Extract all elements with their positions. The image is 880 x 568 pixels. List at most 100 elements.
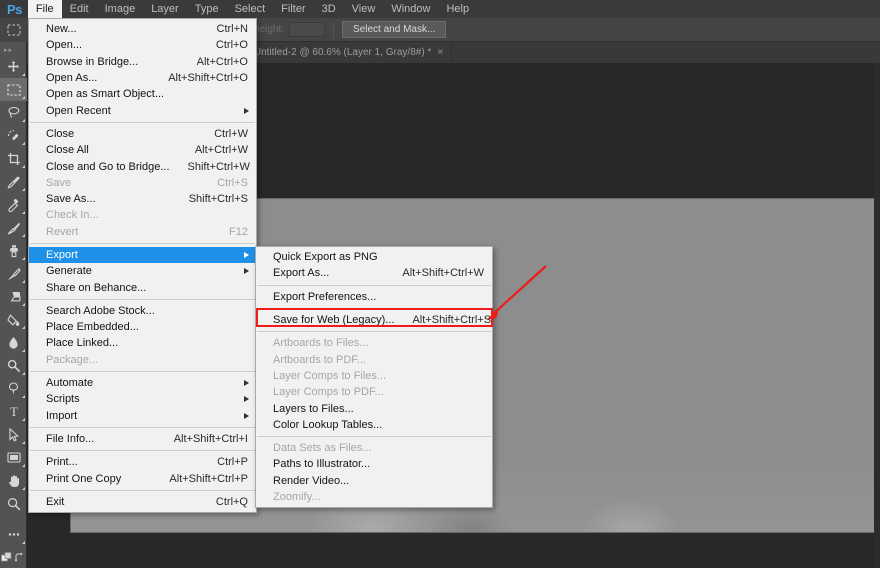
type-tool[interactable]: T — [0, 400, 27, 423]
file-menu-dropdown[interactable]: New... Ctrl+N Open... Ctrl+O Browse in Bridg… — [28, 18, 257, 514]
menu-item-open-as[interactable]: Open As... Alt+Shift+Ctrl+O — [29, 70, 256, 86]
menu-view[interactable]: View — [344, 0, 384, 18]
crop-tool[interactable] — [0, 147, 27, 170]
menu-item-label: Close All — [46, 144, 89, 157]
export-submenu-dropdown[interactable]: Quick Export as PNG Export As... Alt+Shift… — [255, 246, 493, 509]
clone-stamp-tool[interactable] — [0, 239, 27, 262]
menu-item-layers-to-files[interactable]: Layers to Files... — [256, 400, 492, 416]
lasso-tool[interactable] — [0, 101, 27, 124]
menu-item-file-info[interactable]: File Info... Alt+Shift+Ctrl+I — [29, 431, 256, 447]
blur-tool[interactable] — [0, 331, 27, 354]
height-input[interactable] — [289, 22, 326, 37]
menu-filter[interactable]: Filter — [273, 0, 313, 18]
menu-select[interactable]: Select — [227, 0, 274, 18]
menu-item-label: Save for Web (Legacy)... — [273, 314, 395, 327]
tool-expand-triangle — [22, 142, 25, 145]
tab-bar-filler — [452, 42, 880, 63]
zoom-tool[interactable] — [0, 492, 27, 515]
brush-tool[interactable] — [0, 216, 27, 239]
gradient-tool[interactable] — [0, 308, 27, 331]
menu-item-shortcut: Shift+Ctrl+S — [188, 193, 248, 206]
close-icon[interactable]: × — [437, 47, 443, 58]
menu-item-new[interactable]: New... Ctrl+N — [29, 21, 256, 37]
tool-preset-picker[interactable] — [0, 17, 28, 42]
photoshop-window: Ps File Edit Image Layer Type Select Filter 3D V… — [0, 0, 880, 568]
menu-type[interactable]: Type — [187, 0, 227, 18]
menu-separator — [257, 284, 491, 286]
submenu-arrow-icon — [244, 396, 249, 403]
eraser-tool[interactable] — [0, 285, 27, 308]
menu-item-export-as[interactable]: Export As... Alt+Shift+Ctrl+W — [256, 265, 492, 281]
menu-item-import[interactable]: Import — [29, 408, 256, 424]
swap-colors-button[interactable] — [13, 546, 26, 568]
tool-expand-triangle — [22, 303, 25, 306]
menu-image[interactable]: Image — [97, 0, 144, 18]
menu-item-export-preferences[interactable]: Export Preferences... — [256, 289, 492, 305]
menu-item-print-one-copy[interactable]: Print One Copy Alt+Shift+Ctrl+P — [29, 470, 256, 486]
menu-item-save-for-web-legacy[interactable]: Save for Web (Legacy)... Alt+Shift+Ctrl+S — [256, 312, 492, 328]
menu-item-open-recent[interactable]: Open Recent — [29, 102, 256, 118]
menu-item-open-as-smart-object[interactable]: Open as Smart Object... — [29, 86, 256, 102]
menu-item-automate[interactable]: Automate — [29, 375, 256, 391]
quick-selection-tool[interactable] — [0, 124, 27, 147]
menu-item-shortcut: Shift+Ctrl+W — [187, 160, 250, 173]
menu-item-scripts[interactable]: Scripts — [29, 391, 256, 407]
menu-window[interactable]: Window — [383, 0, 438, 18]
menu-item-close-and-go-to-bridge[interactable]: Close and Go to Bridge... Shift+Ctrl+W — [29, 158, 256, 174]
menu-item-paths-to-illustrator[interactable]: Paths to Illustrator... — [256, 456, 492, 472]
select-and-mask-button[interactable]: Select and Mask... — [342, 21, 447, 38]
menu-item-render-video[interactable]: Render Video... — [256, 473, 492, 489]
eyedropper-icon — [7, 176, 19, 189]
menu-item-close[interactable]: Close Ctrl+W — [29, 126, 256, 142]
path-selection-tool[interactable] — [0, 423, 27, 446]
menu-item-shortcut: Ctrl+P — [217, 456, 248, 469]
menu-item-color-lookup-tables[interactable]: Color Lookup Tables... — [256, 417, 492, 433]
hand-tool[interactable] — [0, 469, 27, 492]
menu-item-label: Print... — [46, 456, 78, 469]
menu-item-print[interactable]: Print... Ctrl+P — [29, 454, 256, 470]
move-tool[interactable] — [0, 55, 27, 78]
pen-tool[interactable] — [0, 377, 27, 400]
edit-toolbar-button[interactable] — [0, 523, 27, 546]
menu-file[interactable]: File — [27, 0, 62, 18]
menu-item-search-adobe-stock[interactable]: Search Adobe Stock... — [29, 303, 256, 319]
menu-item-label: Save — [46, 176, 72, 189]
menu-separator — [257, 307, 491, 309]
menu-item-share-on-behance[interactable]: Share on Behance... — [29, 279, 256, 295]
rectangular-marquee-tool[interactable] — [0, 78, 27, 101]
rectangle-tool[interactable] — [0, 446, 27, 469]
tool-expand-triangle — [22, 372, 25, 375]
menu-item-exit[interactable]: Exit Ctrl+Q — [29, 494, 256, 510]
menu-help[interactable]: Help — [438, 0, 477, 18]
menu-item-browse-in-bridge[interactable]: Browse in Bridge... Alt+Ctrl+O — [29, 54, 256, 70]
menu-item-label: Open... — [46, 39, 83, 52]
menu-item-label: Layer Comps to Files... — [273, 369, 387, 382]
submenu-arrow-icon — [244, 252, 249, 258]
tools-panel-grip[interactable]: ▸▸ — [0, 44, 26, 55]
menu-3d[interactable]: 3D — [314, 0, 344, 18]
default-colors-button[interactable] — [0, 546, 13, 568]
document-tab[interactable]: Untitled-2 @ 60.6% (Layer 1, Gray/8#) * × — [245, 42, 453, 63]
history-brush-tool[interactable] — [0, 262, 27, 285]
menu-item-open[interactable]: Open... Ctrl+O — [29, 37, 256, 53]
menu-separator — [30, 426, 255, 428]
menu-item-close-all[interactable]: Close All Alt+Ctrl+W — [29, 142, 256, 158]
menu-item-place-linked[interactable]: Place Linked... — [29, 335, 256, 351]
menu-item-quick-export-as-png[interactable]: Quick Export as PNG — [256, 249, 492, 265]
menu-item-save-as[interactable]: Save As... Shift+Ctrl+S — [29, 191, 256, 207]
menu-item-label: Share on Behance... — [46, 281, 147, 294]
brush-tool-icon — [7, 222, 20, 234]
eyedropper-tool[interactable] — [0, 170, 27, 193]
menu-item-place-embedded[interactable]: Place Embedded... — [29, 319, 256, 335]
dodge-tool[interactable] — [0, 354, 27, 377]
menu-layer[interactable]: Layer — [143, 0, 187, 18]
menu-item-shortcut: Ctrl+N — [216, 23, 248, 36]
menu-item-export[interactable]: Export — [29, 246, 256, 264]
menu-item-generate[interactable]: Generate — [29, 263, 256, 279]
path-selection-arrow-icon — [9, 427, 19, 442]
menu-separator — [30, 242, 255, 244]
healing-brush-tool[interactable] — [0, 193, 27, 216]
menu-separator — [30, 298, 255, 300]
tool-expand-triangle — [22, 395, 25, 398]
menu-edit[interactable]: Edit — [62, 0, 97, 18]
